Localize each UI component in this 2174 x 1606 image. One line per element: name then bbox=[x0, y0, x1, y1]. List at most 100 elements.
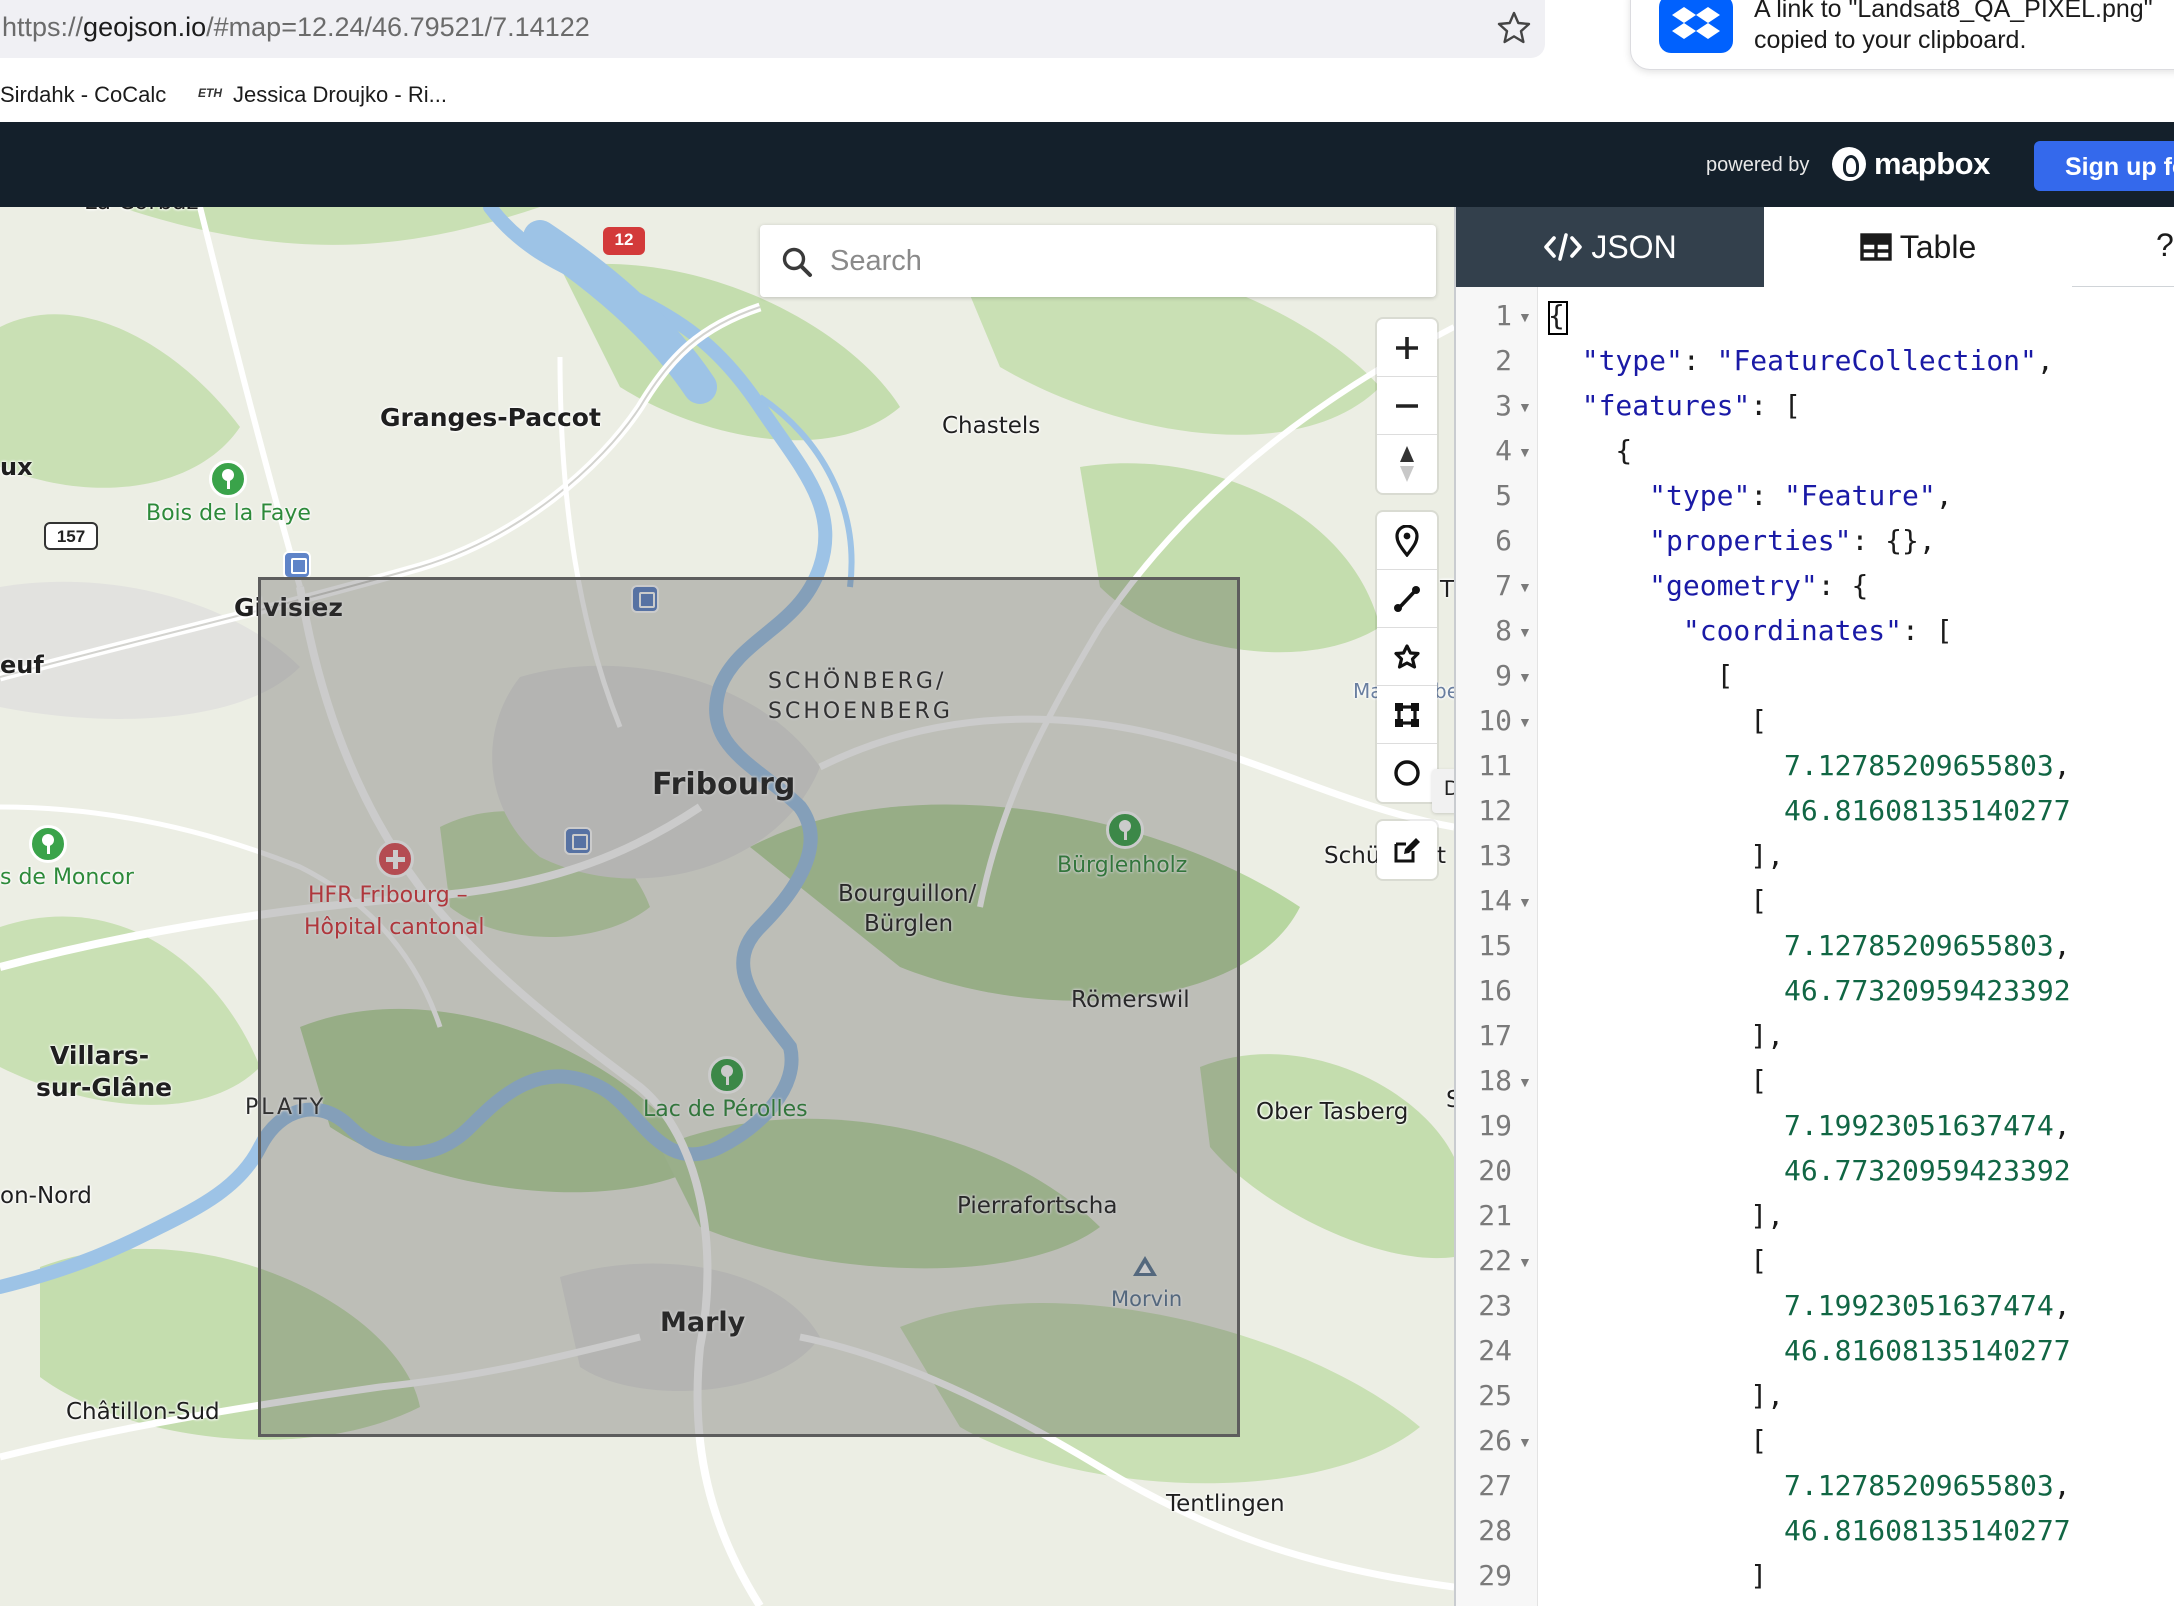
fold-toggle-icon[interactable]: ▼ bbox=[1518, 894, 1532, 910]
fold-toggle-icon[interactable]: ▼ bbox=[1518, 399, 1532, 415]
code-line[interactable]: "coordinates": [ bbox=[1548, 614, 1953, 647]
code-line[interactable]: 46.81608135140277 bbox=[1548, 1334, 2071, 1367]
code-line[interactable]: 46.77320959423392 bbox=[1548, 1154, 2071, 1187]
draw-circle-button[interactable] bbox=[1377, 744, 1437, 802]
fold-toggle-icon[interactable]: ▼ bbox=[1518, 1434, 1532, 1450]
line-icon bbox=[1394, 585, 1420, 612]
code-line[interactable]: { bbox=[1548, 434, 1632, 467]
code-line[interactable]: [ bbox=[1548, 659, 1734, 692]
search-icon bbox=[782, 247, 812, 277]
fold-toggle-icon[interactable]: ▼ bbox=[1518, 579, 1532, 595]
line-number: 17 bbox=[1478, 1019, 1512, 1052]
app-header: powered by mapbox Sign up for bbox=[0, 122, 2174, 207]
code-line[interactable]: [ bbox=[1548, 704, 1767, 737]
code-icon bbox=[1543, 231, 1583, 263]
code-line[interactable]: [ bbox=[1548, 1244, 1767, 1277]
code-line[interactable]: 7.19923051637474, bbox=[1548, 1109, 2071, 1142]
code-line[interactable]: ] bbox=[1548, 1559, 1767, 1592]
map-label-edge-t2: t bbox=[1437, 843, 1447, 869]
code-line[interactable]: ], bbox=[1548, 1199, 1784, 1232]
park-tree-icon bbox=[209, 460, 247, 498]
code-line[interactable]: { bbox=[1548, 299, 1565, 332]
line-number: 4 bbox=[1495, 434, 1512, 467]
code-line[interactable]: ], bbox=[1548, 1019, 1784, 1052]
draw-point-button[interactable] bbox=[1377, 512, 1437, 570]
bookmark-cocalc[interactable]: Sirdahk - CoCalc bbox=[0, 82, 166, 108]
code-line[interactable]: 7.12785209655803, bbox=[1548, 1469, 2071, 1502]
code-line[interactable]: [ bbox=[1548, 1424, 1767, 1457]
map-label-moncor: s de Moncor bbox=[0, 865, 134, 890]
draw-toolbar bbox=[1377, 512, 1437, 802]
zoom-in-button[interactable] bbox=[1377, 319, 1437, 377]
code-line[interactable]: [ bbox=[1548, 1064, 1767, 1097]
plus-icon bbox=[1396, 336, 1418, 359]
fold-toggle-icon[interactable]: ▼ bbox=[1518, 444, 1532, 460]
help-button[interactable]: ? bbox=[2156, 227, 2174, 264]
code-line[interactable]: 7.12785209655803, bbox=[1548, 749, 2071, 782]
minus-icon bbox=[1396, 403, 1418, 408]
code-line[interactable]: [ bbox=[1548, 884, 1767, 917]
bookmark-jessica[interactable]: Jessica Droujko - Ri... bbox=[233, 82, 447, 108]
zoom-out-button[interactable] bbox=[1377, 377, 1437, 435]
geocoder-search[interactable] bbox=[760, 225, 1436, 297]
code-line[interactable]: 46.77320959423392 bbox=[1548, 974, 2071, 1007]
search-input[interactable] bbox=[830, 239, 1420, 283]
line-number: 22 bbox=[1478, 1244, 1512, 1277]
line-number: 29 bbox=[1478, 1559, 1512, 1592]
powered-by-label: powered by bbox=[1706, 154, 1810, 176]
fold-toggle-icon[interactable]: ▼ bbox=[1518, 309, 1532, 325]
line-number: 26 bbox=[1478, 1424, 1512, 1457]
line-number: 25 bbox=[1478, 1379, 1512, 1412]
json-editor[interactable]: 1 ▼ 2 3 ▼ 4 ▼ 5 6 7 ▼ 8 ▼ 9 ▼ 10 ▼ 11 12 13 14 ▼ 15 16 17 18 ▼ 19 20… bbox=[1456, 287, 2174, 1606]
edit-features-button[interactable] bbox=[1377, 821, 1437, 879]
code-line[interactable]: "properties": {}, bbox=[1548, 524, 1936, 557]
draw-polygon-button[interactable] bbox=[1377, 628, 1437, 686]
fold-toggle-icon[interactable]: ▼ bbox=[1518, 1074, 1532, 1090]
tab-table[interactable]: Table bbox=[1764, 207, 2072, 287]
code-line[interactable]: "type": "Feature", bbox=[1548, 479, 1952, 512]
map-label-edge-s: S bbox=[1446, 1087, 1454, 1113]
fold-toggle-icon[interactable]: ▼ bbox=[1518, 669, 1532, 685]
bookmark-star-icon[interactable] bbox=[1494, 8, 1534, 48]
tab-json-label: JSON bbox=[1591, 228, 1677, 265]
code-line[interactable]: 46.81608135140277 bbox=[1548, 1514, 2071, 1547]
drawn-rectangle-polygon[interactable] bbox=[258, 577, 1240, 1437]
map-canvas[interactable]: La Corbaz Granges-Paccot Chastels ux Boi… bbox=[0, 207, 1454, 1606]
code-line[interactable]: 7.12785209655803, bbox=[1548, 929, 2071, 962]
draw-rectangle-button[interactable] bbox=[1377, 686, 1437, 744]
side-panel: JSON Table ? 1 ▼ 2 3 ▼ 4 ▼ 5 6 7 ▼ 8 ▼ 9 ▼ 10 ▼ 11 12 13 14 ▼… bbox=[1454, 207, 2174, 1606]
eth-favicon-icon: ETH bbox=[198, 86, 222, 100]
tab-json[interactable]: JSON bbox=[1456, 207, 1764, 287]
signup-button[interactable]: Sign up for bbox=[2034, 141, 2174, 191]
line-number: 9 bbox=[1495, 659, 1512, 692]
code-line[interactable]: ], bbox=[1548, 839, 1784, 872]
line-number: 10 bbox=[1478, 704, 1512, 737]
map-label-ux: ux bbox=[0, 453, 33, 481]
mapbox-logo-icon bbox=[1832, 147, 1866, 181]
url-text[interactable]: https://geojson.io/#map=12.24/46.79521/7… bbox=[2, 12, 590, 43]
draw-line-button[interactable] bbox=[1377, 570, 1437, 628]
polygon-icon bbox=[1394, 643, 1420, 669]
code-line[interactable]: ], bbox=[1548, 1379, 1784, 1412]
url-host: geojson.io bbox=[83, 12, 207, 42]
fold-toggle-icon[interactable]: ▼ bbox=[1518, 624, 1532, 640]
code-line[interactable]: "features": [ bbox=[1548, 389, 1801, 422]
line-number: 8 bbox=[1495, 614, 1512, 647]
mapbox-logo[interactable]: mapbox bbox=[1832, 144, 1990, 184]
line-number: 11 bbox=[1478, 749, 1512, 782]
code-line[interactable]: "type": "FeatureCollection", bbox=[1548, 344, 2054, 377]
clipboard-notification: A link to "Landsat8_QA_PIXEL.png" copied… bbox=[1630, 0, 2174, 70]
fold-toggle-icon[interactable]: ▼ bbox=[1518, 714, 1532, 730]
url-scheme: https:// bbox=[2, 12, 84, 42]
code-line[interactable]: 7.19923051637474, bbox=[1548, 1289, 2071, 1322]
line-number: 19 bbox=[1478, 1109, 1512, 1142]
line-number-gutter: 1 ▼ 2 3 ▼ 4 ▼ 5 6 7 ▼ 8 ▼ 9 ▼ 10 ▼ 11 12 13 14 ▼ 15 16 17 18 ▼ 19 20… bbox=[1456, 287, 1538, 1606]
map-label-ober-tasberg: Ober Tasberg bbox=[1256, 1099, 1409, 1125]
road-12-shield: 12 bbox=[603, 227, 645, 255]
browser-url-bar[interactable]: https://geojson.io/#map=12.24/46.79521/7… bbox=[0, 0, 1545, 58]
line-number: 1 bbox=[1495, 299, 1512, 332]
fold-toggle-icon[interactable]: ▼ bbox=[1518, 1254, 1532, 1270]
code-line[interactable]: 46.81608135140277 bbox=[1548, 794, 2071, 827]
code-line[interactable]: "geometry": { bbox=[1548, 569, 1868, 602]
compass-button[interactable] bbox=[1377, 435, 1437, 493]
